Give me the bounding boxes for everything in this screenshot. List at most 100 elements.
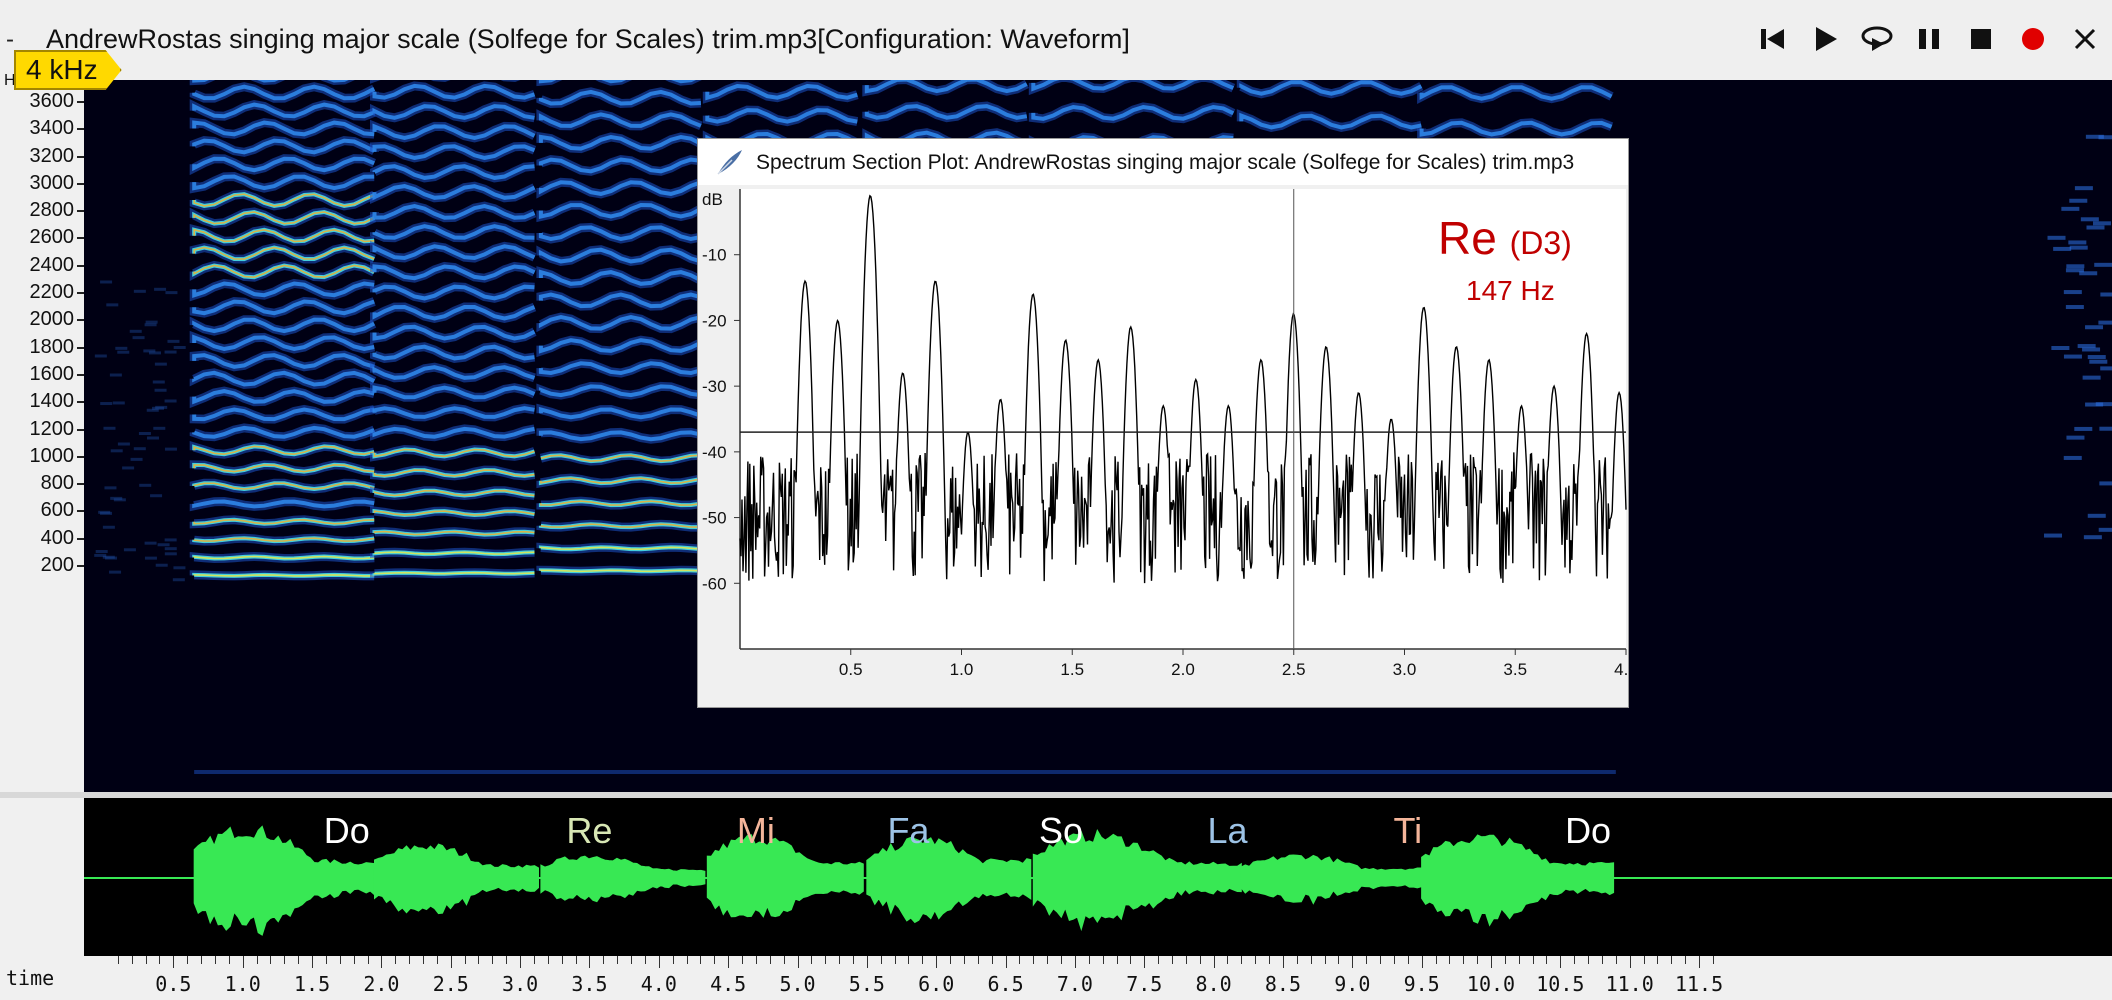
frequency-marker-badge[interactable]: 4 kHz	[14, 50, 122, 90]
play-icon[interactable]	[1808, 22, 1842, 56]
time-tick	[852, 956, 854, 964]
time-tick	[589, 956, 591, 968]
time-tick	[1144, 956, 1146, 968]
note-name: Re	[1438, 212, 1497, 264]
solfege-label: Fa	[887, 810, 930, 851]
frequency-tick	[77, 401, 84, 404]
frequency-tick-label: 200	[40, 554, 74, 576]
frequency-tick	[77, 155, 84, 158]
time-tick	[908, 956, 910, 964]
time-tick	[173, 956, 175, 968]
time-tick	[936, 956, 938, 968]
frequency-tick-label: 1200	[29, 417, 75, 440]
time-tick	[478, 956, 480, 964]
time-tick	[1380, 956, 1382, 964]
time-tick	[1102, 956, 1104, 964]
time-tick	[894, 956, 896, 964]
time-tick	[339, 956, 341, 964]
time-tick	[1019, 956, 1021, 964]
time-axis-label: time	[6, 966, 55, 990]
frequency-tick-label: 3200	[29, 144, 75, 167]
time-tick	[1366, 956, 1368, 964]
time-tick	[1241, 956, 1243, 964]
plot-x-tick-label: 3.0	[1393, 660, 1417, 679]
time-tick	[367, 956, 369, 964]
time-tick	[520, 956, 522, 968]
time-tick	[409, 956, 411, 964]
spectrum-plot[interactable]: dB -10 -20 -30 -40 -50 -60 0.5 1.0 1.5 2.0 2.5 3.0 3.…	[698, 185, 1638, 707]
loop-play-icon[interactable]	[1860, 22, 1894, 56]
frequency-tick-label: 3000	[29, 171, 75, 194]
time-axis: time 0.5 1.0 1.5 2.0 2.5 3.0 3.5 4.0 4.5 5.0 5.5 6.…	[0, 956, 2112, 1000]
frequency-tick	[77, 182, 84, 185]
time-tick	[700, 956, 702, 964]
plot-y-axis-label: dB	[702, 190, 723, 209]
plot-x-tick-label: 3.5	[1503, 660, 1527, 679]
time-tick-label: 0.5	[155, 972, 192, 996]
frequency-tick-label: 2800	[29, 199, 75, 222]
plot-y-tick-label: -10	[702, 246, 727, 265]
frequency-tick-label: 2600	[29, 226, 75, 249]
time-tick	[464, 956, 466, 964]
frequency-tick	[77, 237, 84, 240]
time-tick	[714, 956, 716, 964]
time-tick	[159, 956, 161, 964]
frequency-tick	[77, 292, 84, 295]
time-tick	[644, 956, 646, 964]
time-tick	[1491, 956, 1492, 968]
time-tick	[1033, 956, 1035, 964]
frequency-tick	[77, 210, 84, 213]
time-tick	[325, 956, 327, 964]
popup-title-bar[interactable]: Spectrum Section Plot: AndrewRostas sing…	[698, 139, 1628, 185]
time-tick	[1213, 956, 1215, 968]
frequency-tick-label: 1800	[29, 335, 75, 358]
time-tick	[1671, 956, 1673, 964]
waveform-image	[84, 825, 2112, 936]
waveform-view[interactable]: Do Re Mi Fa So La Ti Do	[84, 798, 2112, 956]
time-tick	[866, 956, 868, 968]
frequency-tick-label: 1400	[29, 390, 75, 413]
time-tick-label: 6.5	[987, 972, 1024, 996]
time-tick	[880, 956, 882, 964]
skip-to-start-icon[interactable]	[1756, 22, 1790, 56]
time-tick	[256, 956, 258, 964]
time-tick-label: 11.0	[1605, 972, 1654, 996]
time-tick	[1130, 956, 1132, 964]
time-tick-label: 10.5	[1536, 972, 1585, 996]
time-tick	[284, 956, 286, 964]
plot-x-tick-label: 4.0	[1614, 660, 1628, 679]
window-menu-dash[interactable]: -	[6, 26, 14, 54]
frequency-tick	[77, 264, 84, 267]
frequency-tick	[77, 565, 84, 567]
time-tick	[201, 956, 203, 964]
time-tick	[922, 956, 924, 964]
time-tick	[145, 956, 147, 964]
time-tick	[1712, 956, 1714, 964]
time-tick	[395, 956, 397, 964]
time-tick-label: 1.5	[293, 972, 331, 996]
spectrum-section-plot-window[interactable]: Spectrum Section Plot: AndrewRostas sing…	[697, 138, 1638, 708]
time-tick	[1421, 956, 1423, 968]
time-tick	[187, 956, 189, 964]
time-tick	[450, 956, 452, 968]
solfege-label: Do	[323, 810, 370, 851]
time-tick	[658, 956, 660, 968]
record-icon[interactable]	[2016, 22, 2050, 56]
frequency-tick-label: 3600	[29, 90, 75, 112]
stop-icon[interactable]	[1964, 22, 1998, 56]
feather-icon	[714, 147, 744, 182]
frequency-tick-label: 2200	[29, 281, 75, 304]
frequency-tick	[77, 483, 84, 486]
time-tick	[270, 956, 272, 964]
pause-icon[interactable]	[1912, 22, 1946, 56]
time-tick	[1047, 956, 1049, 964]
frequency-tick-label: 2400	[29, 253, 75, 276]
frequency-tick-label: 1600	[29, 362, 75, 385]
close-icon[interactable]	[2068, 22, 2102, 56]
frequency-tick-label: 400	[40, 526, 74, 549]
time-tick	[1352, 956, 1354, 968]
time-tick	[298, 956, 300, 964]
time-tick-label: 9.5	[1403, 972, 1440, 996]
time-tick	[1463, 956, 1465, 964]
time-tick	[131, 956, 133, 964]
